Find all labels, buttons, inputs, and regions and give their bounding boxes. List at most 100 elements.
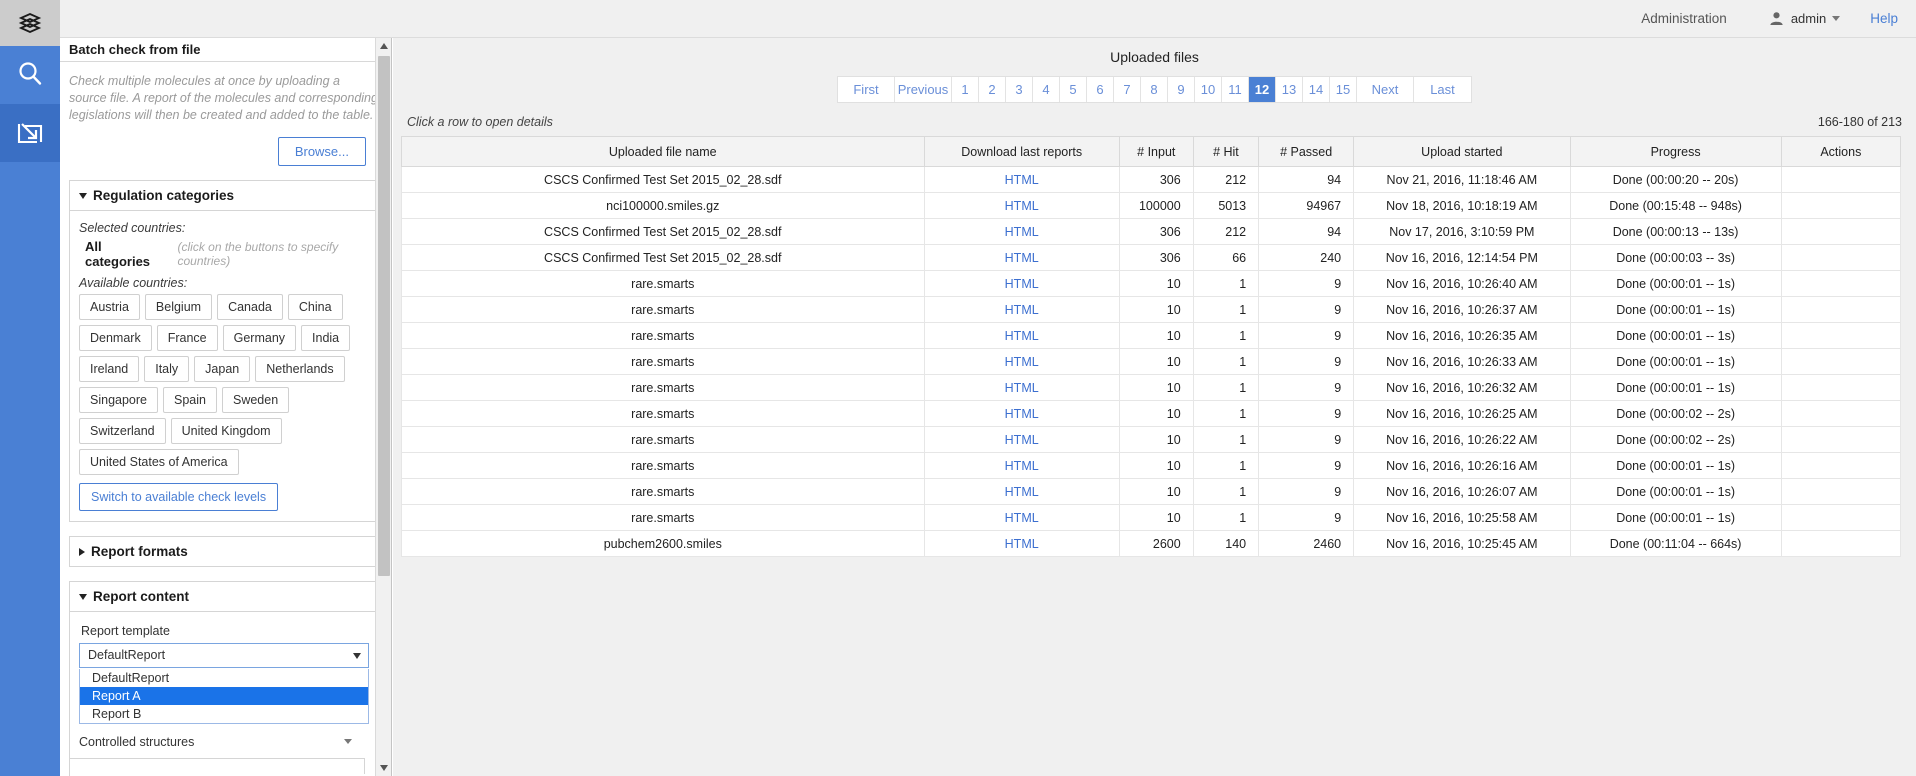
rail-item-import[interactable] (0, 104, 60, 162)
left-panel-scrollbar[interactable] (375, 38, 391, 776)
cell-download-report[interactable]: HTML (924, 245, 1119, 271)
table-row[interactable]: rare.smartsHTML1019Nov 16, 2016, 10:26:3… (402, 375, 1901, 401)
pagination-page[interactable]: 7 (1114, 77, 1141, 102)
country-button[interactable]: Singapore (79, 387, 158, 413)
cell-download-report[interactable]: HTML (924, 375, 1119, 401)
scrollbar-thumb[interactable] (378, 56, 390, 576)
scroll-down-button[interactable] (376, 760, 392, 776)
cell-download-report[interactable]: HTML (924, 323, 1119, 349)
pagination-page[interactable]: 1 (952, 77, 979, 102)
country-button[interactable]: China (288, 294, 343, 320)
report-formats-header[interactable]: Report formats (70, 537, 381, 566)
cell-download-report[interactable]: HTML (924, 453, 1119, 479)
cell-download-report[interactable]: HTML (924, 219, 1119, 245)
cell-download-report[interactable]: HTML (924, 479, 1119, 505)
table-row[interactable]: nci100000.smiles.gzHTML100000501394967No… (402, 193, 1901, 219)
pagination-page[interactable]: 9 (1168, 77, 1195, 102)
report-template-option[interactable]: Report B (80, 705, 368, 723)
download-html-link[interactable]: HTML (1005, 433, 1039, 447)
download-html-link[interactable]: HTML (1005, 199, 1039, 213)
scroll-up-button[interactable] (376, 38, 392, 54)
table-row[interactable]: rare.smartsHTML1019Nov 16, 2016, 10:26:3… (402, 349, 1901, 375)
country-button[interactable]: Belgium (145, 294, 212, 320)
switch-check-levels-button[interactable]: Switch to available check levels (79, 483, 278, 511)
selected-countries-value[interactable]: All categories (85, 239, 162, 269)
report-template-select[interactable]: DefaultReport (79, 643, 369, 668)
report-content-header[interactable]: Report content (70, 582, 381, 612)
column-header-input[interactable]: # Input (1119, 137, 1193, 167)
cell-download-report[interactable]: HTML (924, 401, 1119, 427)
administration-link[interactable]: Administration (1641, 11, 1727, 26)
cell-download-report[interactable]: HTML (924, 531, 1119, 557)
pagination-page-active[interactable]: 12 (1249, 77, 1276, 102)
pagination-page[interactable]: 15 (1330, 77, 1357, 102)
table-row[interactable]: rare.smartsHTML1019Nov 16, 2016, 10:26:2… (402, 427, 1901, 453)
user-menu[interactable]: admin (1769, 11, 1840, 26)
cell-download-report[interactable]: HTML (924, 349, 1119, 375)
country-button[interactable]: United States of America (79, 449, 239, 475)
country-button[interactable]: Austria (79, 294, 140, 320)
column-header-passed[interactable]: # Passed (1259, 137, 1354, 167)
column-header-upload-started[interactable]: Upload started (1354, 137, 1570, 167)
column-header-file-name[interactable]: Uploaded file name (402, 137, 925, 167)
download-html-link[interactable]: HTML (1005, 511, 1039, 525)
table-row[interactable]: rare.smartsHTML1019Nov 16, 2016, 10:26:1… (402, 453, 1901, 479)
download-html-link[interactable]: HTML (1005, 173, 1039, 187)
country-button[interactable]: India (301, 325, 350, 351)
download-html-link[interactable]: HTML (1005, 225, 1039, 239)
download-html-link[interactable]: HTML (1005, 329, 1039, 343)
cell-download-report[interactable]: HTML (924, 427, 1119, 453)
download-html-link[interactable]: HTML (1005, 251, 1039, 265)
country-button[interactable]: Japan (194, 356, 250, 382)
table-row[interactable]: rare.smartsHTML1019Nov 16, 2016, 10:26:3… (402, 297, 1901, 323)
download-html-link[interactable]: HTML (1005, 355, 1039, 369)
country-button[interactable]: Italy (144, 356, 189, 382)
pagination-page[interactable]: 2 (979, 77, 1006, 102)
country-button[interactable]: Germany (223, 325, 296, 351)
pagination-next[interactable]: Next (1357, 77, 1414, 102)
table-row[interactable]: CSCS Confirmed Test Set 2015_02_28.sdfHT… (402, 245, 1901, 271)
help-link[interactable]: Help (1870, 11, 1898, 26)
country-button[interactable]: United Kingdom (171, 418, 282, 444)
regulation-categories-header[interactable]: Regulation categories (70, 181, 381, 211)
column-header-hit[interactable]: # Hit (1193, 137, 1258, 167)
pagination-page[interactable]: 6 (1087, 77, 1114, 102)
country-button[interactable]: Denmark (79, 325, 152, 351)
table-row[interactable]: rare.smartsHTML1019Nov 16, 2016, 10:26:3… (402, 323, 1901, 349)
cell-download-report[interactable]: HTML (924, 167, 1119, 193)
table-row[interactable]: CSCS Confirmed Test Set 2015_02_28.sdfHT… (402, 167, 1901, 193)
table-row[interactable]: rare.smartsHTML1019Nov 16, 2016, 10:26:4… (402, 271, 1901, 297)
pagination-first[interactable]: First (838, 77, 895, 102)
pagination-page[interactable]: 3 (1006, 77, 1033, 102)
table-row[interactable]: rare.smartsHTML1019Nov 16, 2016, 10:26:0… (402, 479, 1901, 505)
pagination-page[interactable]: 8 (1141, 77, 1168, 102)
country-button[interactable]: Sweden (222, 387, 289, 413)
download-html-link[interactable]: HTML (1005, 537, 1039, 551)
table-row[interactable]: pubchem2600.smilesHTML26001402460Nov 16,… (402, 531, 1901, 557)
country-button[interactable]: France (157, 325, 218, 351)
pagination-page[interactable]: 4 (1033, 77, 1060, 102)
pagination-page[interactable]: 13 (1276, 77, 1303, 102)
chevron-down-icon[interactable] (344, 739, 352, 744)
rail-item-search[interactable] (0, 46, 60, 104)
download-html-link[interactable]: HTML (1005, 381, 1039, 395)
download-html-link[interactable]: HTML (1005, 459, 1039, 473)
download-html-link[interactable]: HTML (1005, 407, 1039, 421)
column-header-actions[interactable]: Actions (1781, 137, 1900, 167)
cell-download-report[interactable]: HTML (924, 271, 1119, 297)
column-header-download-reports[interactable]: Download last reports (924, 137, 1119, 167)
report-template-option[interactable]: DefaultReport (80, 669, 368, 687)
report-template-option[interactable]: Report A (80, 687, 368, 705)
download-html-link[interactable]: HTML (1005, 485, 1039, 499)
pagination-previous[interactable]: Previous (895, 77, 952, 102)
download-html-link[interactable]: HTML (1005, 303, 1039, 317)
country-button[interactable]: Spain (163, 387, 217, 413)
pagination-page[interactable]: 5 (1060, 77, 1087, 102)
table-row[interactable]: CSCS Confirmed Test Set 2015_02_28.sdfHT… (402, 219, 1901, 245)
pagination-page[interactable]: 11 (1222, 77, 1249, 102)
table-row[interactable]: rare.smartsHTML1019Nov 16, 2016, 10:25:5… (402, 505, 1901, 531)
country-button[interactable]: Netherlands (255, 356, 344, 382)
country-button[interactable]: Canada (217, 294, 283, 320)
country-button[interactable]: Switzerland (79, 418, 166, 444)
pagination-last[interactable]: Last (1414, 77, 1471, 102)
